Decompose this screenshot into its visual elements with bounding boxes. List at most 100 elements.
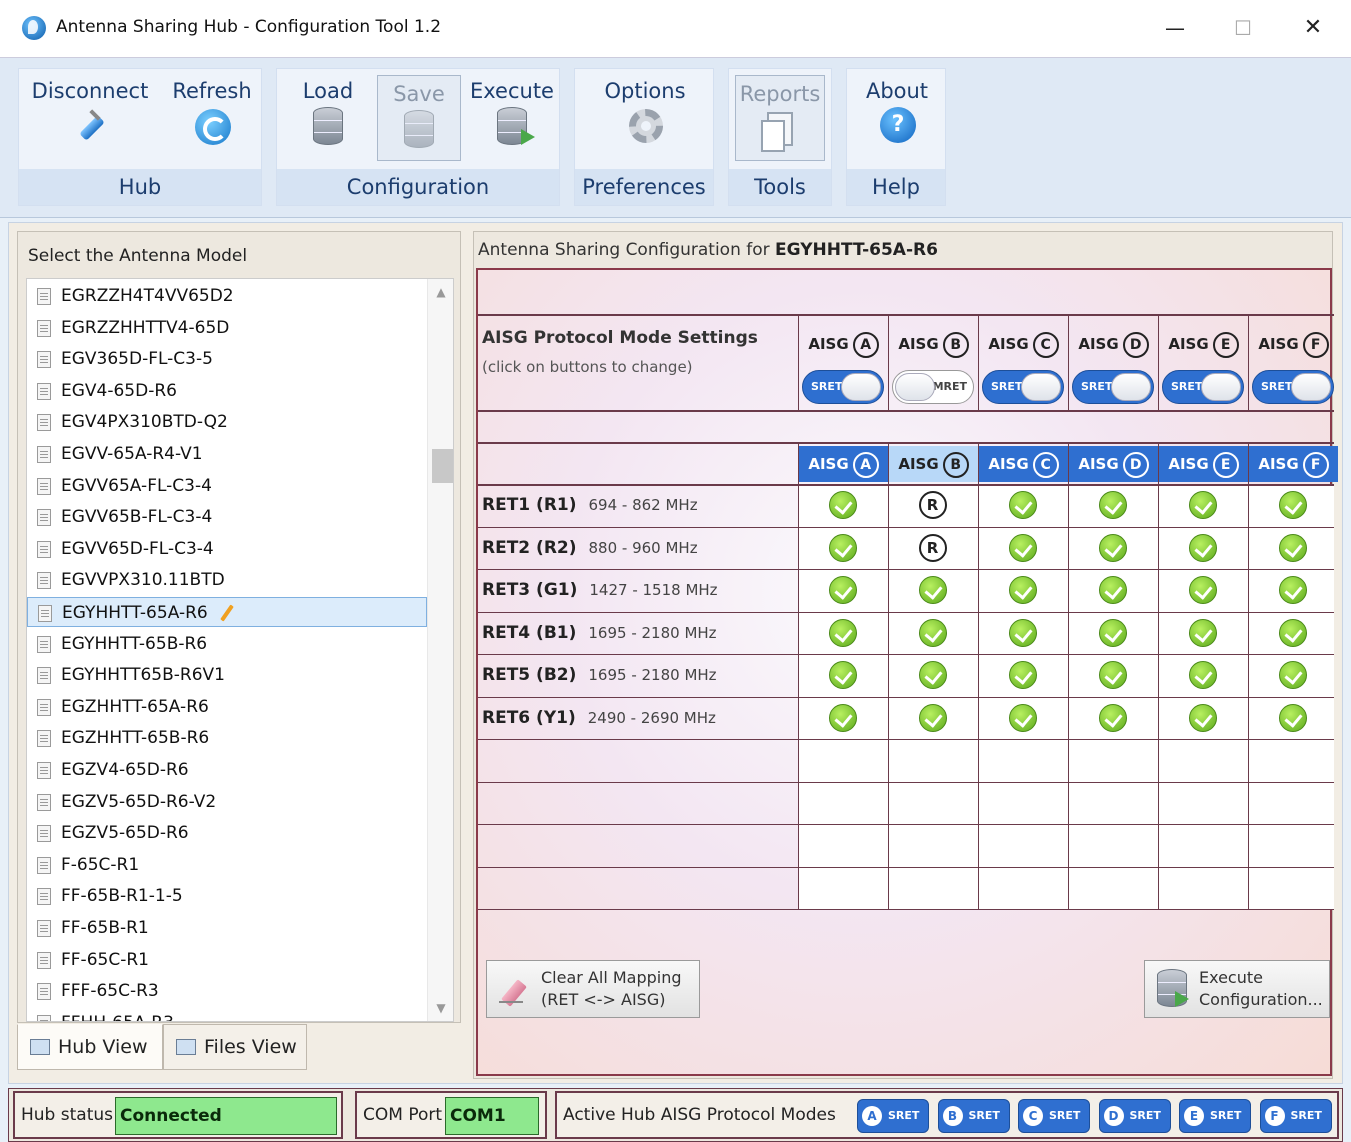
reserved-mark[interactable]: R	[918, 491, 947, 520]
mapped-check-icon[interactable]	[1188, 533, 1217, 562]
aisg-port-circle: A	[852, 331, 879, 358]
scroll-up-icon[interactable]: ▲	[428, 281, 453, 303]
document-icon	[37, 446, 51, 463]
mapped-check-icon[interactable]	[1008, 703, 1037, 732]
list-item[interactable]: EGYHHTT-65A-R6	[27, 597, 427, 627]
list-item[interactable]: FFF-65C-R3	[27, 976, 427, 1006]
minimize-button[interactable]: —	[1152, 10, 1198, 46]
list-item[interactable]: FF-65B-R1	[27, 913, 427, 943]
load-button[interactable]: Load	[287, 73, 369, 163]
scroll-thumb[interactable]	[432, 449, 453, 483]
about-button[interactable]: About ?	[853, 73, 941, 163]
options-button[interactable]: Options	[585, 73, 705, 163]
reports-button[interactable]: Reports	[735, 75, 825, 161]
mapped-check-icon[interactable]	[918, 703, 947, 732]
execute-configuration-button[interactable]: Execute Configuration...	[1144, 960, 1330, 1018]
aisg-prefix: AISG	[1258, 335, 1299, 353]
clear-all-mapping-button[interactable]: Clear All Mapping (RET <-> AISG)	[486, 960, 700, 1018]
mapped-check-icon[interactable]	[1278, 576, 1307, 605]
close-button[interactable]: ✕	[1290, 10, 1336, 46]
mapped-check-icon[interactable]	[828, 703, 857, 732]
mapped-check-icon[interactable]	[828, 576, 857, 605]
mapped-check-icon[interactable]	[1188, 661, 1217, 690]
list-item[interactable]: EGV4-65D-R6	[27, 376, 427, 406]
mapped-check-icon[interactable]	[1008, 533, 1037, 562]
antenna-model-list[interactable]: FFHH-65A-R3 FFF-65C-R3 FF-65C-R1 FF-65B-R1 F…	[26, 278, 454, 1022]
list-item[interactable]: EGVV65A-FL-C3-4	[27, 471, 427, 501]
mapped-check-icon[interactable]	[1008, 661, 1037, 690]
list-item[interactable]: EGVV65D-FL-C3-4	[27, 534, 427, 564]
mode-toggle-f[interactable]: SRET	[1252, 370, 1334, 404]
mapped-check-icon[interactable]	[1278, 703, 1307, 732]
list-item[interactable]: EGRZZHHTTV4-65D	[27, 313, 427, 343]
mapped-check-icon[interactable]	[828, 618, 857, 647]
mapped-check-icon[interactable]	[1188, 703, 1217, 732]
aisg-prefix: AISG	[1078, 335, 1119, 353]
mapped-check-icon[interactable]	[1188, 491, 1217, 520]
aisg-prefix: AISG	[898, 335, 939, 353]
list-item[interactable]: EGZHHTT-65A-R6	[27, 692, 427, 722]
list-item[interactable]: F-65C-R1	[27, 850, 427, 880]
tab-files-view[interactable]: Files View	[163, 1024, 307, 1070]
mapped-check-icon[interactable]	[828, 491, 857, 520]
mapped-check-icon[interactable]	[918, 618, 947, 647]
list-item[interactable]: EGV365D-FL-C3-5	[27, 344, 427, 374]
list-item[interactable]: EGZHHTT-65B-R6	[27, 723, 427, 753]
aisg-port-circle: A	[852, 451, 879, 478]
refresh-button[interactable]: Refresh	[165, 73, 259, 163]
disconnect-button[interactable]: Disconnect	[27, 73, 153, 163]
scroll-down-icon[interactable]: ▼	[428, 997, 453, 1019]
mode-toggle-b[interactable]: MRET	[892, 370, 974, 404]
mode-toggle-d[interactable]: SRET	[1072, 370, 1154, 404]
list-item[interactable]: EGZV4-65D-R6	[27, 755, 427, 785]
load-label: Load	[302, 79, 354, 103]
mode-toggle-c[interactable]: SRET	[982, 370, 1064, 404]
list-item[interactable]: FFHH-65A-R3	[27, 1008, 427, 1021]
list-item[interactable]: FF-65C-R1	[27, 945, 427, 975]
reserved-mark[interactable]: R	[918, 533, 947, 562]
list-item[interactable]: FF-65B-R1-1-5	[27, 881, 427, 911]
tab-hub-view[interactable]: Hub View	[17, 1024, 163, 1070]
list-item[interactable]: EGVV65B-FL-C3-4	[27, 502, 427, 532]
mapped-check-icon[interactable]	[1278, 491, 1307, 520]
mapped-check-icon[interactable]	[1008, 576, 1037, 605]
mapped-check-icon[interactable]	[1098, 576, 1127, 605]
mapped-check-icon[interactable]	[828, 533, 857, 562]
list-scrollbar[interactable]: ▲ ▼	[427, 279, 453, 1021]
list-item[interactable]: EGYHHTT65B-R6V1	[27, 660, 427, 690]
list-item[interactable]: EGYHHTT-65B-R6	[27, 629, 427, 659]
mapped-check-icon[interactable]	[1278, 661, 1307, 690]
ret-row-label: RET1 (R1) 694 - 862 MHz	[482, 495, 698, 515]
document-icon	[38, 605, 52, 622]
mapped-check-icon[interactable]	[1098, 618, 1127, 647]
mode-toggle-e[interactable]: SRET	[1162, 370, 1244, 404]
com-port-box: COM Port COM1	[355, 1091, 547, 1139]
list-item[interactable]: EGRZZH4T4VV65D2	[27, 281, 427, 311]
mapped-check-icon[interactable]	[1008, 618, 1037, 647]
mapped-check-icon[interactable]	[1098, 703, 1127, 732]
mapped-check-icon[interactable]	[1188, 576, 1217, 605]
mapped-check-icon[interactable]	[1188, 618, 1217, 647]
maximize-button[interactable]: ☐	[1220, 10, 1266, 46]
list-item-label: FF-65B-R1	[61, 918, 149, 938]
mapped-check-icon[interactable]	[1278, 533, 1307, 562]
mapped-check-icon[interactable]	[1098, 533, 1127, 562]
mapped-check-icon[interactable]	[1098, 661, 1127, 690]
list-item[interactable]: EGV4PX310BTD-Q2	[27, 407, 427, 437]
mapped-check-icon[interactable]	[1278, 618, 1307, 647]
mapped-check-icon[interactable]	[918, 576, 947, 605]
table-header-aisg-c: AISG C	[979, 446, 1068, 482]
list-item[interactable]: EGVVPX310.11BTD	[27, 565, 427, 595]
mapped-check-icon[interactable]	[918, 661, 947, 690]
execute-button[interactable]: Execute	[467, 73, 557, 163]
mapped-check-icon[interactable]	[1098, 491, 1127, 520]
mapped-check-icon[interactable]	[1008, 491, 1037, 520]
grid-line	[798, 442, 799, 909]
mapped-check-icon[interactable]	[828, 661, 857, 690]
hub-view-icon	[30, 1039, 50, 1055]
list-item[interactable]: EGZV5-65D-R6-V2	[27, 787, 427, 817]
list-item[interactable]: EGVV-65A-R4-V1	[27, 439, 427, 469]
mode-toggle-a[interactable]: SRET	[802, 370, 884, 404]
list-item[interactable]: EGZV5-65D-R6	[27, 818, 427, 848]
save-button[interactable]: Save	[377, 75, 461, 161]
